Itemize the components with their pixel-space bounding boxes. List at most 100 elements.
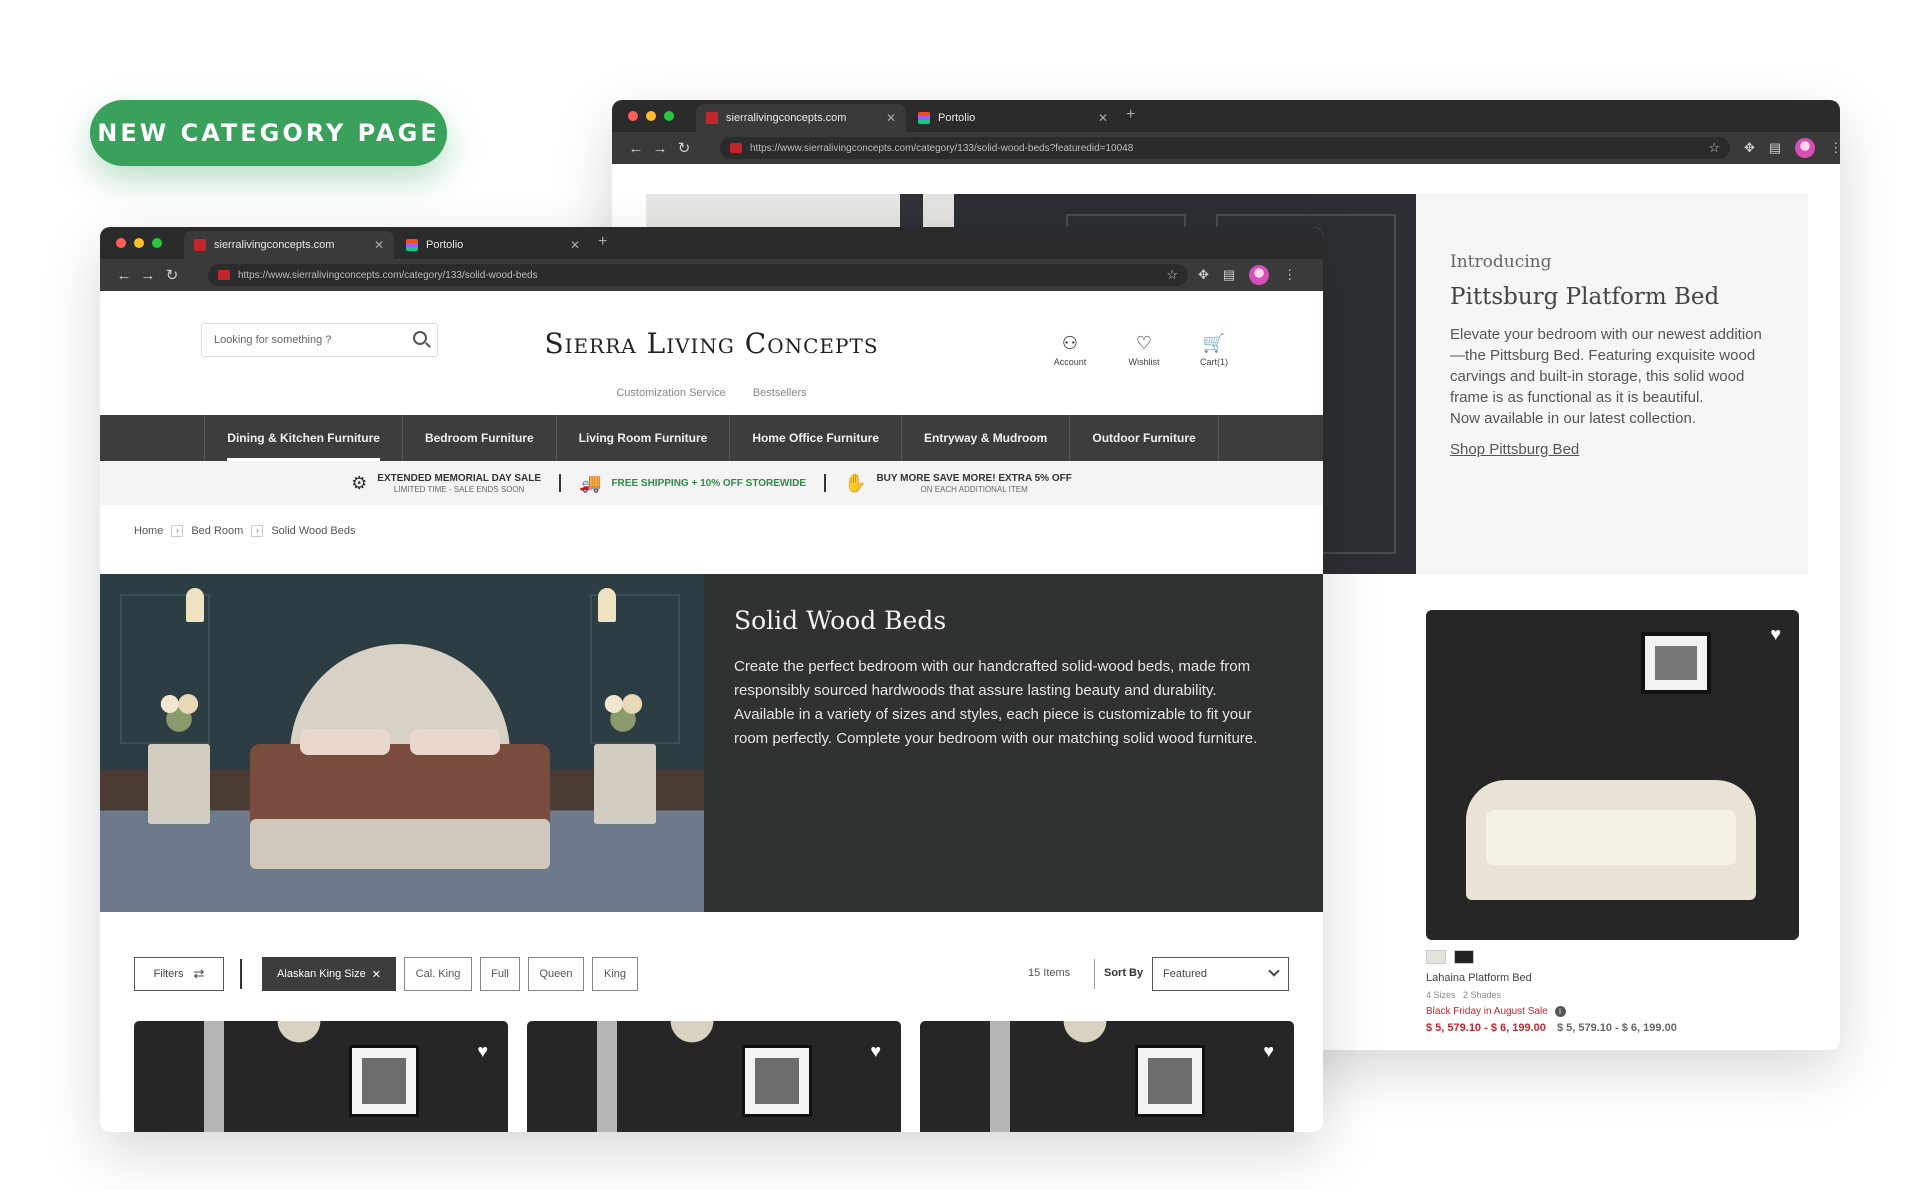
- reload-icon[interactable]: ↻: [160, 266, 184, 284]
- url-field[interactable]: https://www.sierralivingconcepts.com/cat…: [208, 264, 1188, 286]
- remove-filter-icon[interactable]: ✕: [372, 968, 381, 981]
- minimize-window-button[interactable]: [646, 111, 656, 121]
- new-tab-icon[interactable]: +: [598, 233, 607, 251]
- promo-memorial-day[interactable]: ⚙ EXTENDED MEMORIAL DAY SALE LIMITED TIM…: [333, 473, 559, 494]
- nav-home-office[interactable]: Home Office Furniture: [729, 415, 901, 461]
- close-tab-icon[interactable]: ✕: [374, 238, 384, 252]
- filters-label: Filters: [153, 968, 184, 980]
- divider: [1094, 959, 1095, 989]
- item-count: 15 Items: [1028, 967, 1071, 979]
- nav-entryway-mudroom[interactable]: Entryway & Mudroom: [901, 415, 1069, 461]
- chip-label: King: [603, 968, 627, 980]
- close-tab-icon[interactable]: ✕: [886, 111, 896, 125]
- cart-button[interactable]: 🛒 Cart(1): [1184, 333, 1244, 367]
- filter-chip-alaskan-king[interactable]: Alaskan King Size ✕: [262, 957, 396, 991]
- url-field[interactable]: https://www.sierralivingconcepts.com/cat…: [720, 137, 1730, 159]
- chip-label: Queen: [539, 968, 573, 980]
- nav-bedroom[interactable]: Bedroom Furniture: [401, 415, 556, 461]
- heart-icon: ♡: [1135, 333, 1153, 353]
- filter-chip-king[interactable]: King: [592, 957, 638, 991]
- wall-art: [1641, 632, 1711, 694]
- color-swatch-dark[interactable]: [1454, 950, 1474, 964]
- nav-dining-kitchen[interactable]: Dining & Kitchen Furniture: [204, 415, 402, 461]
- close-window-button[interactable]: [628, 111, 638, 121]
- new-tab-icon[interactable]: +: [1126, 106, 1135, 124]
- promo-line-1: EXTENDED MEMORIAL DAY SALE: [377, 472, 542, 484]
- person-icon: ⚇: [1061, 333, 1079, 353]
- product-card-image[interactable]: ♥: [1426, 610, 1799, 940]
- product-variants: 4 Sizes 2 Shades: [1426, 990, 1677, 1000]
- sort-select[interactable]: Featured: [1152, 957, 1289, 991]
- minimize-window-button[interactable]: [134, 238, 144, 248]
- product-card[interactable]: ♥: [920, 1021, 1294, 1132]
- wishlist-button[interactable]: ♡ Wishlist: [1114, 333, 1174, 367]
- close-tab-icon[interactable]: ✕: [1098, 111, 1108, 125]
- wishlist-heart-icon[interactable]: ♥: [1770, 624, 1781, 645]
- menu-kebab-icon[interactable]: ⋮: [1829, 140, 1840, 156]
- menu-kebab-icon[interactable]: ⋮: [1283, 267, 1296, 283]
- browser-tab[interactable]: sierralivingconcepts.com ✕: [696, 104, 906, 132]
- filters-button[interactable]: Filters ⇄: [134, 957, 224, 991]
- info-icon[interactable]: i: [1554, 1006, 1566, 1017]
- filter-toolbar: Filters ⇄ Alaskan King Size ✕ Cal. King …: [134, 957, 1289, 991]
- close-window-button[interactable]: [116, 238, 126, 248]
- figma-favicon-icon: [918, 112, 930, 124]
- filter-chip-cal-king[interactable]: Cal. King: [404, 957, 472, 991]
- main-navigation: Dining & Kitchen Furniture Bedroom Furni…: [100, 415, 1323, 461]
- wishlist-heart-icon[interactable]: ♥: [870, 1041, 881, 1062]
- filter-chip-full[interactable]: Full: [480, 957, 520, 991]
- sidebar-icon[interactable]: ▤: [1223, 267, 1235, 283]
- close-tab-icon[interactable]: ✕: [570, 238, 580, 252]
- hero-bed-image: [100, 574, 704, 912]
- color-swatch-light[interactable]: [1426, 950, 1446, 964]
- wishlist-heart-icon[interactable]: ♥: [1263, 1041, 1274, 1062]
- tab-title: Portolio: [938, 112, 976, 124]
- tab-bar: sierralivingconcepts.com ✕ Portolio ✕ +: [100, 227, 1323, 259]
- breadcrumb-bed-room[interactable]: Bed Room: [191, 525, 243, 537]
- customization-service-link[interactable]: Customization Service: [616, 387, 725, 399]
- browser-tab[interactable]: Portolio ✕: [396, 231, 590, 259]
- extensions-icon[interactable]: ✥: [1744, 140, 1755, 156]
- chevron-down-icon: [1268, 965, 1280, 977]
- reload-icon[interactable]: ↻: [672, 139, 696, 157]
- product-card[interactable]: ♥: [134, 1021, 508, 1132]
- bestsellers-link[interactable]: Bestsellers: [753, 387, 807, 399]
- profile-avatar[interactable]: [1249, 265, 1270, 285]
- browser-toolbar-icons: ✥ ▤ ⋮: [1198, 265, 1296, 285]
- breadcrumb-home[interactable]: Home: [134, 525, 163, 537]
- account-button[interactable]: ⚇ Account: [1040, 333, 1100, 367]
- profile-avatar[interactable]: [1795, 138, 1816, 158]
- back-arrow-icon[interactable]: ←: [112, 267, 136, 284]
- product-name[interactable]: Lahaina Platform Bed: [1426, 972, 1677, 984]
- browser-tab[interactable]: Portolio ✕: [908, 104, 1118, 132]
- promo-buy-more[interactable]: ✋ BUY MORE SAVE MORE! EXTRA 5% OFF ON EA…: [826, 473, 1090, 494]
- bookmark-star-icon[interactable]: ☆: [1708, 140, 1720, 156]
- site-security-icon: [218, 270, 230, 280]
- cart-label: Cart(1): [1199, 357, 1228, 367]
- shop-pittsburg-bed-link[interactable]: Shop Pittsburg Bed: [1450, 441, 1579, 458]
- extensions-icon[interactable]: ✥: [1198, 267, 1209, 283]
- featured-description: Elevate your bedroom with our newest add…: [1450, 324, 1774, 429]
- wall-art: [1135, 1045, 1205, 1117]
- wishlist-heart-icon[interactable]: ♥: [477, 1041, 488, 1062]
- maximize-window-button[interactable]: [664, 111, 674, 121]
- featured-description-text: Elevate your bedroom with our newest add…: [1450, 326, 1762, 406]
- maximize-window-button[interactable]: [152, 238, 162, 248]
- nav-outdoor[interactable]: Outdoor Furniture: [1069, 415, 1219, 461]
- back-arrow-icon[interactable]: ←: [624, 140, 648, 157]
- promo-free-shipping[interactable]: 🚚 FREE SHIPPING + 10% OFF STOREWIDE: [561, 473, 824, 494]
- filter-chip-queen[interactable]: Queen: [528, 957, 584, 991]
- url-text: https://www.sierralivingconcepts.com/cat…: [238, 269, 538, 281]
- site-page: Looking for something ? Sierra Living Co…: [100, 291, 1323, 1132]
- header-sublinks: Customization Service Bestsellers: [100, 387, 1323, 399]
- nav-living-room[interactable]: Living Room Furniture: [555, 415, 730, 461]
- bookmark-star-icon[interactable]: ☆: [1166, 267, 1178, 283]
- product-card[interactable]: ♥: [527, 1021, 901, 1132]
- hand-coin-icon: ✋: [844, 472, 867, 493]
- browser-tab[interactable]: sierralivingconcepts.com ✕: [184, 231, 394, 259]
- forward-arrow-icon[interactable]: →: [136, 267, 160, 284]
- sidebar-icon[interactable]: ▤: [1769, 140, 1781, 156]
- forward-arrow-icon[interactable]: →: [648, 140, 672, 157]
- browser-toolbar-icons: ✥ ▤ ⋮: [1744, 138, 1840, 158]
- sliders-icon: ⇄: [193, 966, 205, 981]
